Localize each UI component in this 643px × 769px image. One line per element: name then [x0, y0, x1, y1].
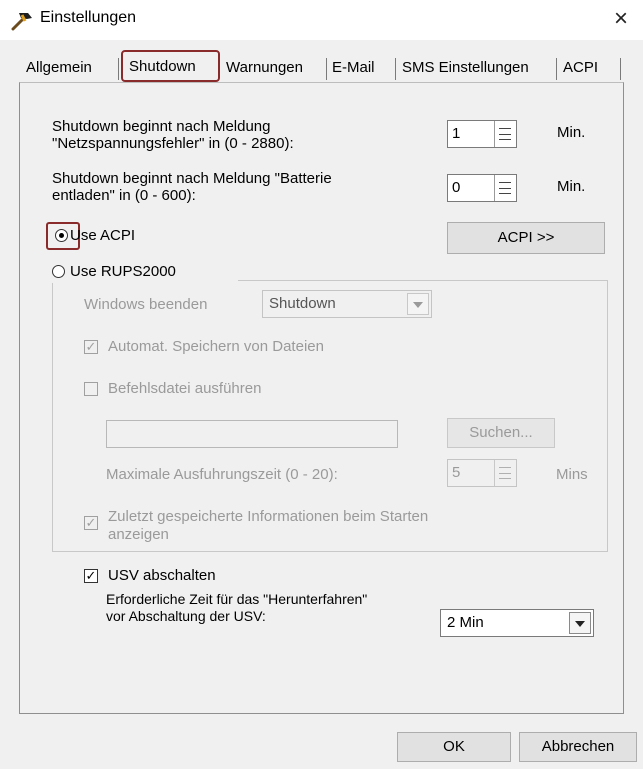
tab-separator: [395, 58, 396, 80]
max-zeit-value: 5: [452, 464, 461, 481]
usv-zeit-value: 2 Min: [447, 614, 484, 631]
max-zeit-spinner[interactable]: 5: [447, 459, 517, 487]
window-title: Einstellungen: [40, 9, 137, 26]
netz-delay-unit: Min.: [557, 124, 586, 141]
tab-shutdown[interactable]: Shutdown: [121, 50, 220, 82]
acpi-button[interactable]: ACPI >>: [447, 222, 605, 254]
tab-separator: [118, 58, 119, 80]
spin-buttons[interactable]: [494, 121, 516, 147]
befehl-path-input[interactable]: [106, 420, 398, 448]
netz-delay-spinner[interactable]: 1: [447, 120, 517, 148]
autosave-label: Automat. Speichern von Dateien: [108, 338, 324, 355]
tab-email[interactable]: E-Mail: [332, 54, 375, 82]
befehl-checkbox[interactable]: [84, 382, 98, 396]
chevron-down-icon: [569, 612, 591, 634]
suchen-button[interactable]: Suchen...: [447, 418, 555, 448]
tab-sms-einstellungen[interactable]: SMS Einstellungen: [402, 54, 529, 82]
batt-delay-value: 0: [452, 179, 461, 196]
max-zeit-unit: Mins: [556, 466, 588, 483]
use-rups-radio[interactable]: [52, 265, 65, 278]
tab-acpi[interactable]: ACPI: [563, 54, 598, 82]
usv-zeit-label: Erforderliche Zeit für das "Herunterfahr…: [106, 591, 368, 624]
netz-delay-label: Shutdown beginnt nach Meldung "Netzspann…: [52, 118, 294, 152]
spin-buttons[interactable]: [494, 175, 516, 201]
tab-separator: [326, 58, 327, 80]
tab-separator: [620, 58, 621, 80]
batt-delay-spinner[interactable]: 0: [447, 174, 517, 202]
use-acpi-label: Use ACPI: [70, 227, 136, 244]
max-zeit-label: Maximale Ausfuhrungszeit (0 - 20):: [106, 466, 338, 483]
batt-delay-unit: Min.: [557, 178, 586, 195]
tab-warnungen[interactable]: Warnungen: [226, 54, 303, 82]
close-icon[interactable]: ×: [605, 5, 637, 33]
netz-delay-value: 1: [452, 125, 461, 142]
chevron-down-icon: [407, 293, 429, 315]
tab-separator: [556, 58, 557, 80]
zuletzt-checkbox[interactable]: ✓: [84, 516, 98, 530]
usv-abschalten-checkbox[interactable]: ✓: [84, 569, 98, 583]
windows-beenden-label: Windows beenden: [84, 296, 208, 313]
ok-button[interactable]: OK: [397, 732, 511, 762]
tab-allgemein[interactable]: Allgemein: [26, 54, 92, 82]
spin-buttons[interactable]: [494, 460, 516, 486]
cancel-button[interactable]: Abbrechen: [519, 732, 637, 762]
batt-delay-label: Shutdown beginnt nach Meldung "Batterie …: [52, 170, 332, 204]
zuletzt-label: Zuletzt gespeicherte Informationen beim …: [108, 508, 429, 543]
hammer-icon: [10, 9, 34, 31]
befehl-label: Befehlsdatei ausführen: [108, 380, 262, 397]
windows-beenden-select[interactable]: Shutdown: [262, 290, 432, 318]
use-acpi-radio[interactable]: [55, 229, 68, 242]
windows-beenden-value: Shutdown: [269, 295, 336, 312]
usv-zeit-select[interactable]: 2 Min: [440, 609, 594, 637]
autosave-checkbox[interactable]: ✓: [84, 340, 98, 354]
use-rups-label: Use RUPS2000: [70, 263, 176, 280]
usv-abschalten-label: USV abschalten: [108, 567, 216, 584]
